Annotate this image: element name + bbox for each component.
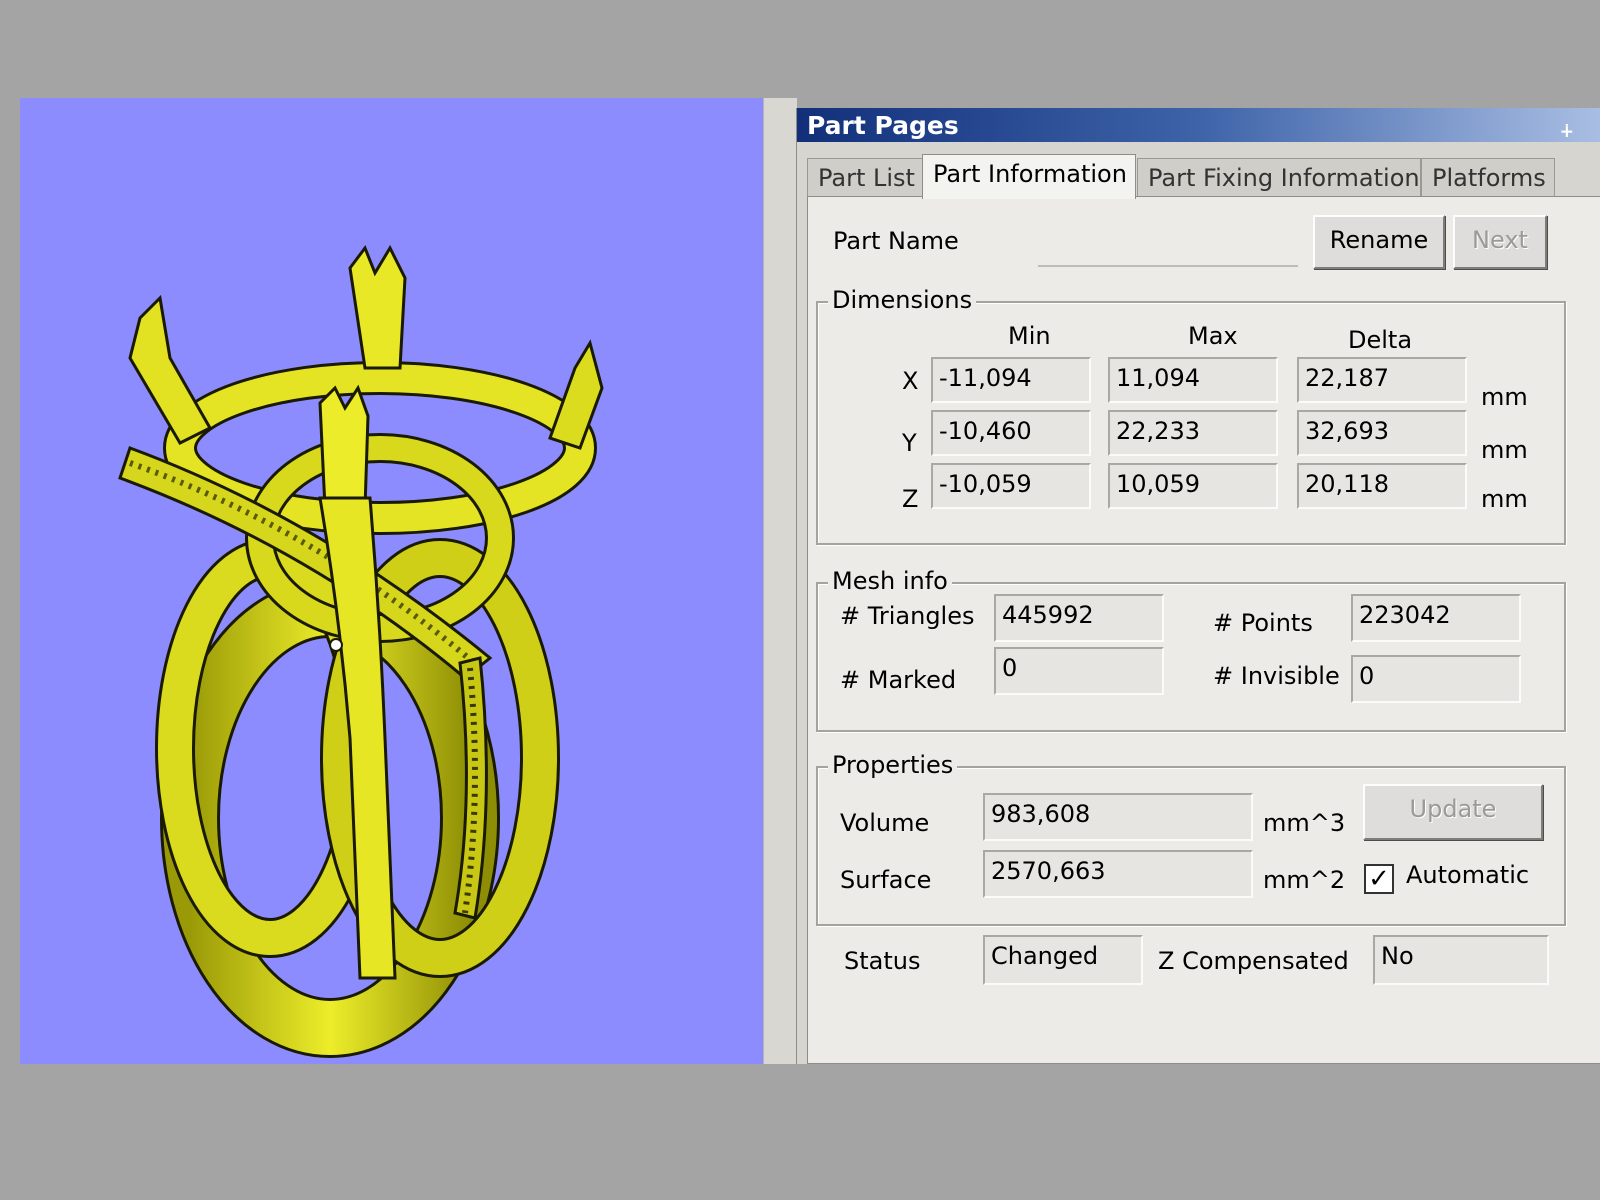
y-min-field[interactable]: -10,460 <box>931 410 1091 456</box>
next-button[interactable]: Next <box>1453 215 1547 269</box>
z-delta-field[interactable]: 20,118 <box>1297 463 1467 509</box>
tab-part-fixing-information[interactable]: Part Fixing Information <box>1137 158 1421 196</box>
part-information-page: Part Name Rename Next Dimensions Min Max… <box>807 196 1600 1064</box>
panel-title: Part Pages ∔ <box>797 108 1600 142</box>
update-button[interactable]: Update <box>1363 784 1543 840</box>
delta-header: Delta <box>1348 326 1413 354</box>
tab-part-list[interactable]: Part List <box>807 158 923 196</box>
surface-field[interactable]: 2570,663 <box>983 850 1253 898</box>
z-axis-label: Z <box>902 485 919 513</box>
triangles-label: # Triangles <box>840 602 975 630</box>
splitter[interactable] <box>763 98 797 1064</box>
rename-button[interactable]: Rename <box>1313 215 1445 269</box>
y-delta-field[interactable]: 32,693 <box>1297 410 1467 456</box>
points-field[interactable]: 223042 <box>1351 594 1521 642</box>
panel-title-text: Part Pages <box>807 111 959 140</box>
properties-title: Properties <box>828 751 958 779</box>
z-min-field[interactable]: -10,059 <box>931 463 1091 509</box>
x-axis-label: X <box>902 367 919 395</box>
surface-label: Surface <box>840 866 932 894</box>
invisible-label: # Invisible <box>1213 662 1340 690</box>
check-icon: ✓ <box>1368 864 1390 894</box>
pin-icon[interactable]: ∔ <box>1560 114 1573 150</box>
marked-field[interactable]: 0 <box>994 647 1164 695</box>
part-name-label: Part Name <box>833 227 959 255</box>
y-axis-label: Y <box>902 429 917 457</box>
marked-label: # Marked <box>840 666 957 694</box>
automatic-checkbox[interactable]: ✓ <box>1364 864 1394 894</box>
tab-part-information[interactable]: Part Information <box>922 154 1136 199</box>
x-max-field[interactable]: 11,094 <box>1108 357 1278 403</box>
x-min-field[interactable]: -11,094 <box>931 357 1091 403</box>
y-max-field[interactable]: 22,233 <box>1108 410 1278 456</box>
volume-field[interactable]: 983,608 <box>983 793 1253 841</box>
z-compensated-label: Z Compensated <box>1158 947 1349 975</box>
dimensions-title: Dimensions <box>828 286 977 314</box>
invisible-field[interactable]: 0 <box>1351 655 1521 703</box>
mesh-info-title: Mesh info <box>828 567 952 595</box>
automatic-label: Automatic <box>1406 861 1530 889</box>
tab-platforms[interactable]: Platforms <box>1421 158 1555 196</box>
volume-label: Volume <box>840 809 930 837</box>
part-name-field[interactable] <box>1038 235 1298 267</box>
max-header: Max <box>1188 322 1238 350</box>
x-delta-field[interactable]: 22,187 <box>1297 357 1467 403</box>
y-unit-label: mm <box>1481 436 1528 464</box>
status-field[interactable]: Changed <box>983 935 1143 985</box>
surface-unit: mm^2 <box>1263 866 1346 894</box>
part-pages-panel: Part Pages ∔ Part List Part Information … <box>796 108 1600 1064</box>
x-unit-label: mm <box>1481 383 1528 411</box>
status-label: Status <box>844 947 921 975</box>
z-max-field[interactable]: 10,059 <box>1108 463 1278 509</box>
3d-viewport[interactable] <box>20 98 763 1064</box>
z-unit-label: mm <box>1481 485 1528 513</box>
triangles-field[interactable]: 445992 <box>994 594 1164 642</box>
points-label: # Points <box>1213 609 1313 637</box>
z-compensated-field[interactable]: No <box>1373 935 1549 985</box>
min-header: Min <box>1008 322 1051 350</box>
ring-model <box>118 244 604 1058</box>
volume-unit: mm^3 <box>1263 809 1346 837</box>
